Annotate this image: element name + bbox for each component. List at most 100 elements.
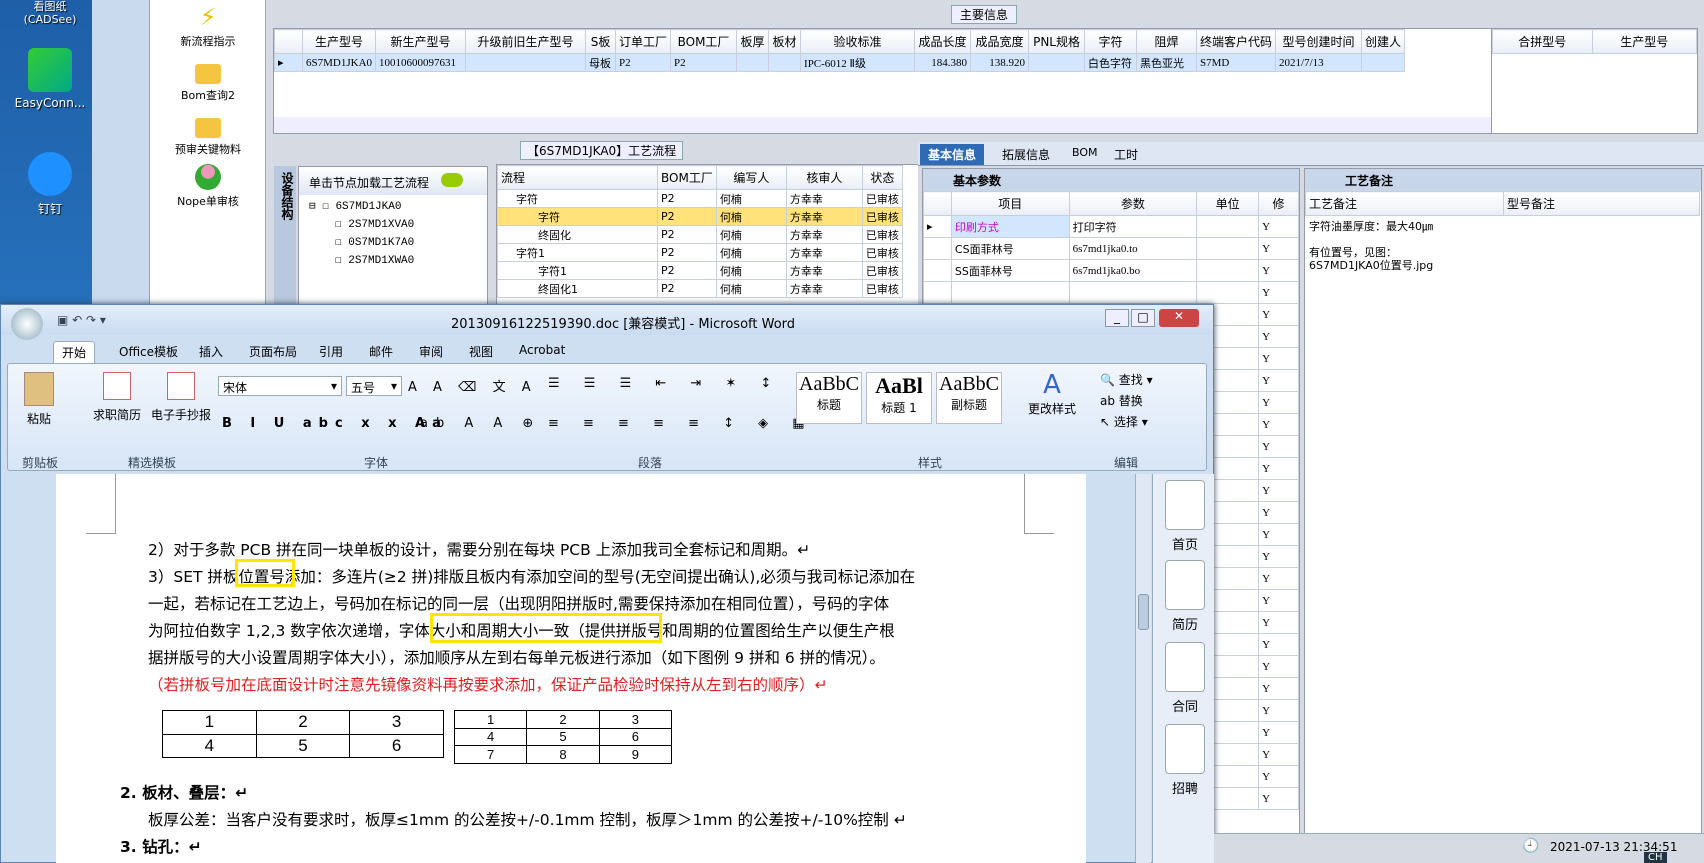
list-icons[interactable]: ☰ ☰ ☰ ⇤ ⇥ ✶ ↕ ¶ bbox=[548, 376, 814, 391]
nav-nope-audit[interactable]: Nope单审核 bbox=[150, 164, 266, 209]
grid-cell[interactable] bbox=[768, 53, 802, 72]
col-header[interactable]: 新生产型号 bbox=[375, 29, 467, 54]
ribbon-tab[interactable]: Office模板 bbox=[111, 341, 186, 362]
craft-note-header[interactable]: 工艺备注 bbox=[1305, 191, 1504, 216]
col-header[interactable]: 流程 bbox=[497, 165, 658, 190]
col-header[interactable]: 成品宽度 bbox=[970, 29, 1030, 54]
col-header[interactable]: 验收标准 bbox=[800, 29, 916, 54]
ribbon-tab[interactable]: 视图 bbox=[461, 341, 501, 362]
table-row[interactable]: 字符1 P2 何楠 方幸幸 已审核 bbox=[497, 243, 903, 262]
merge-production-header[interactable]: 生产型号 bbox=[1591, 29, 1698, 54]
col-header[interactable]: 单位 bbox=[1196, 191, 1260, 216]
col-header[interactable]: BOM工厂 bbox=[670, 29, 738, 54]
grid-cell[interactable]: 184.380 bbox=[914, 53, 972, 72]
merge-grid[interactable]: 合拼型号 生产型号 bbox=[1491, 28, 1698, 134]
grid-cell[interactable]: S7MD bbox=[1196, 53, 1277, 72]
col-header[interactable]: 终端客户代码 bbox=[1196, 29, 1277, 54]
grid-cell[interactable]: 母板 bbox=[585, 53, 617, 72]
col-header[interactable]: 生产型号 bbox=[301, 29, 377, 54]
table-row[interactable]: 字符1 P2 何楠 方幸幸 已审核 bbox=[497, 261, 903, 280]
quick-access-icons[interactable]: ▣ ↶ ↷ ▾ bbox=[57, 313, 106, 327]
side-recruit[interactable]: 招聘 bbox=[1161, 724, 1209, 797]
grid-cell[interactable]: 2021/7/13 bbox=[1275, 53, 1363, 72]
ribbon-tab[interactable]: 页面布局 bbox=[241, 341, 305, 362]
side-resume[interactable]: 简历 bbox=[1161, 560, 1209, 633]
col-header[interactable]: 订单工厂 bbox=[615, 29, 672, 54]
ribbon-tab[interactable]: 审阅 bbox=[411, 341, 451, 362]
style-title[interactable]: AaBbC 标题 bbox=[796, 372, 862, 424]
select-button[interactable]: ↖ 选择 ▾ bbox=[1100, 412, 1153, 433]
desktop-icon-cadsee[interactable]: 看图纸 (CADSee) bbox=[4, 0, 96, 26]
col-header[interactable]: 成品长度 bbox=[914, 29, 972, 54]
side-home[interactable]: 首页 bbox=[1161, 480, 1209, 553]
col-header[interactable]: 状态 bbox=[861, 165, 903, 190]
subtab-basic-params[interactable]: 基本参数 bbox=[923, 169, 1299, 191]
grid-cell[interactable] bbox=[465, 53, 587, 72]
col-header[interactable]: 创建人 bbox=[1361, 29, 1406, 54]
horizontal-scrollbar[interactable] bbox=[274, 117, 1494, 133]
minimize-button[interactable]: _ bbox=[1105, 309, 1129, 327]
col-header[interactable]: 板材 bbox=[768, 29, 802, 54]
vertical-scrollbar[interactable] bbox=[1135, 474, 1151, 863]
tab-basic[interactable]: 基本信息 bbox=[920, 144, 985, 165]
style-heading1[interactable]: AaBl 标题 1 bbox=[866, 372, 932, 424]
tab-bom[interactable]: BOM bbox=[1064, 144, 1106, 161]
font-grow-icons[interactable]: A A ⌫ 文 A bbox=[408, 376, 537, 395]
grid-cell[interactable] bbox=[1361, 53, 1406, 72]
document-page[interactable] bbox=[56, 474, 1086, 863]
grid-cell[interactable] bbox=[1028, 53, 1086, 72]
font-format-icons[interactable]: B I U abc x x Aa bbox=[222, 416, 448, 431]
model-note-header[interactable]: 型号备注 bbox=[1503, 191, 1700, 216]
desktop-icon-dingtalk[interactable]: 钉钉 bbox=[4, 152, 96, 217]
col-header[interactable]: BOM工厂 bbox=[657, 165, 717, 190]
lang-indicator[interactable]: CH bbox=[1644, 852, 1667, 863]
tree-root[interactable]: ⊟ ☐ 6S7MD1JKA0 bbox=[309, 199, 487, 213]
table-row[interactable]: Y bbox=[923, 281, 1299, 304]
grid-cell[interactable]: 黑色亚光 bbox=[1136, 53, 1198, 72]
table-row[interactable]: 终固化 P2 何楠 方幸幸 已审核 bbox=[497, 225, 903, 244]
grid-cell[interactable]: 10010600097631 bbox=[375, 53, 467, 72]
tab-worktime[interactable]: 工时 bbox=[1106, 144, 1146, 165]
desktop-icon-easyconnect[interactable]: EasyConn... bbox=[4, 48, 96, 110]
craft-note-text[interactable]: 字符油墨厚度：最大40㎛ 有位置号，见图： 6S7MD1JKA0位置号.jpg bbox=[1305, 216, 1701, 276]
merge-model-header[interactable]: 合拼型号 bbox=[1492, 29, 1593, 54]
col-header[interactable]: 参数 bbox=[1068, 191, 1198, 216]
office-button[interactable] bbox=[11, 308, 43, 340]
col-header[interactable]: 项目 bbox=[950, 191, 1070, 216]
col-header[interactable]: 型号创建时间 bbox=[1275, 29, 1363, 54]
title-bar[interactable]: ▣ ↶ ↷ ▾ 20130916122519390.doc [兼容模式] - M… bbox=[1, 305, 1213, 340]
load-hint[interactable]: 单击节点加载工艺流程 bbox=[299, 167, 487, 195]
table-row[interactable]: 字符 P2 何楠 方幸幸 已审核 bbox=[497, 189, 903, 208]
col-header[interactable]: 修 bbox=[1258, 191, 1299, 216]
size-select[interactable]: 五号 ▾ bbox=[346, 376, 402, 396]
close-button[interactable]: ✕ bbox=[1159, 309, 1199, 327]
tree-child[interactable]: ☐ 2S7MD1XWA0 bbox=[309, 253, 487, 267]
tree-child[interactable]: ☐ 0S7MD1K7A0 bbox=[309, 235, 487, 249]
ribbon-tab[interactable]: 开始 bbox=[53, 341, 96, 363]
table-row[interactable]: ▸ 印刷方式 打印字符 Y bbox=[923, 215, 1299, 238]
scroll-thumb[interactable] bbox=[1138, 594, 1149, 630]
replace-button[interactable]: ab 替换 bbox=[1100, 391, 1153, 412]
font-select[interactable]: 宋体 ▾ bbox=[218, 376, 342, 396]
ribbon-tab[interactable]: 引用 bbox=[311, 341, 351, 362]
grid-cell[interactable]: P2 bbox=[670, 53, 738, 72]
col-header[interactable]: S板 bbox=[585, 29, 617, 54]
col-header[interactable]: PNL规格 bbox=[1028, 29, 1086, 54]
style-subtitle[interactable]: AaBbC 副标题 bbox=[936, 372, 1002, 424]
change-styles-button[interactable]: A 更改样式 bbox=[1022, 370, 1082, 417]
main-info-grid[interactable]: 生产型号 新生产型号 升级前旧生产型号 S板 订单工厂 BOM工厂 板厚 板材 验收标准 成品长度… bbox=[273, 28, 1495, 134]
maximize-button[interactable]: □ bbox=[1131, 309, 1155, 327]
template-resume[interactable]: 求职简历 bbox=[88, 372, 146, 423]
table-row[interactable]: 字符 P2 何楠 方幸幸 已审核 bbox=[497, 207, 903, 226]
vertical-tab[interactable]: 设备结构 bbox=[274, 166, 296, 306]
grid-cell[interactable]: 6S7MD1JKA0 bbox=[301, 53, 377, 72]
grid-cell[interactable]: IPC-6012 Ⅱ级 bbox=[800, 53, 916, 72]
template-handcopy[interactable]: 电子手抄报 bbox=[148, 372, 214, 423]
nav-key-material[interactable]: 预审关键物料 bbox=[150, 114, 266, 157]
grid-cell[interactable]: 白色字符 bbox=[1084, 53, 1138, 72]
table-row[interactable]: SS面菲林号 6s7md1jka0.bo Y bbox=[923, 259, 1299, 282]
grid-cell[interactable]: P2 bbox=[615, 53, 672, 72]
table-row[interactable]: CS面菲林号 6s7md1jka0.to Y bbox=[923, 237, 1299, 260]
ribbon-tab[interactable]: 插入 bbox=[191, 341, 231, 362]
col-header[interactable]: 板厚 bbox=[736, 29, 770, 54]
